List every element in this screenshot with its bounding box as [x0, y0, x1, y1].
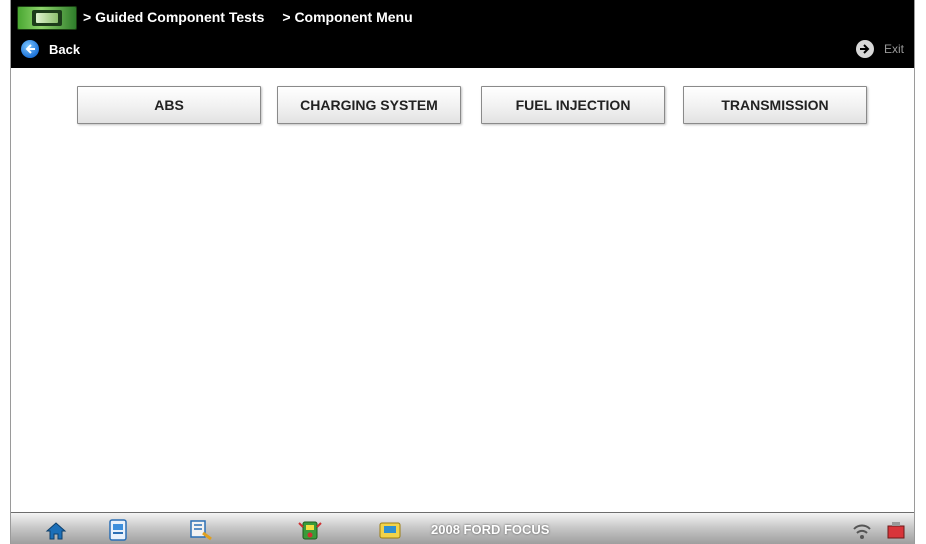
breadcrumb-item-guided-tests[interactable]: > Guided Component Tests — [83, 9, 264, 25]
tools-icon[interactable] — [185, 517, 215, 543]
menu-button-transmission[interactable]: TRANSMISSION — [683, 86, 867, 124]
back-button[interactable]: Back — [21, 38, 80, 60]
menu-button-fuel-injection[interactable]: FUEL INJECTION — [481, 86, 665, 124]
component-menu: ABS CHARGING SYSTEM FUEL INJECTION TRANS… — [11, 86, 914, 124]
exit-label: Exit — [883, 42, 904, 56]
menu-button-abs[interactable]: ABS — [77, 86, 261, 124]
exit-button[interactable]: Exit — [855, 38, 904, 60]
back-arrow-icon — [21, 40, 39, 58]
vehicle-label: 2008 FORD FOCUS — [431, 522, 550, 537]
back-label: Back — [49, 41, 81, 57]
data-icon[interactable] — [375, 517, 405, 543]
app-logo-icon[interactable] — [17, 6, 77, 30]
bottom-toolbar: 2008 FORD FOCUS — [11, 512, 914, 544]
battery-icon[interactable] — [881, 517, 911, 543]
home-icon[interactable] — [41, 517, 71, 543]
breadcrumb-item-component-menu: > Component Menu — [282, 9, 413, 25]
app-window: > Guided Component Tests > Component Men… — [10, 0, 915, 544]
breadcrumb: > Guided Component Tests > Component Men… — [83, 9, 413, 25]
multimeter-icon[interactable] — [295, 517, 325, 543]
exit-arrow-icon — [855, 40, 874, 58]
title-bar: > Guided Component Tests > Component Men… — [11, 0, 914, 68]
wifi-icon[interactable] — [847, 517, 877, 543]
scanner-icon[interactable] — [103, 517, 133, 543]
menu-button-charging-system[interactable]: CHARGING SYSTEM — [277, 86, 461, 124]
